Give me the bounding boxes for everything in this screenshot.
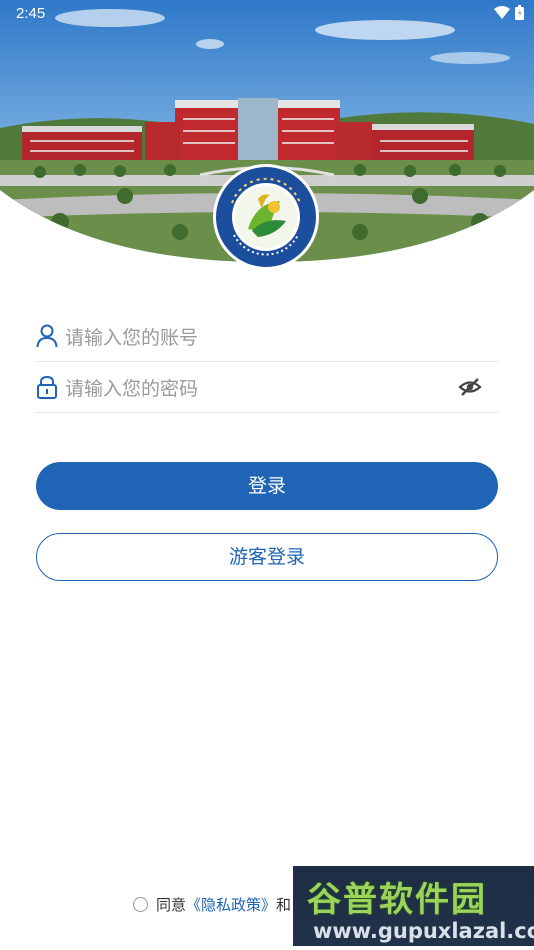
status-time: 2:45 xyxy=(16,5,46,22)
login-button[interactable]: 登录 xyxy=(36,462,498,510)
wifi-icon xyxy=(494,6,510,24)
guest-login-button[interactable]: 游客登录 xyxy=(36,533,498,581)
user-icon xyxy=(36,324,58,348)
lock-icon xyxy=(36,375,58,399)
agree-prefix: 同意 xyxy=(156,896,187,914)
privacy-agreement: 同意《隐私政策》和 xyxy=(133,894,291,915)
account-field[interactable]: 请输入您的账号 xyxy=(36,311,498,362)
eye-off-icon[interactable] xyxy=(458,375,482,399)
watermark-banner: 谷普软件园 www.gupuxlazal.com xyxy=(293,866,534,946)
account-input[interactable]: 请输入您的账号 xyxy=(65,323,198,350)
password-field[interactable]: 请输入您的密码 xyxy=(36,362,498,413)
status-bar: 2:45 xyxy=(0,0,534,28)
school-logo xyxy=(212,163,320,271)
agree-suffix: 和 xyxy=(276,896,292,914)
agree-radio[interactable] xyxy=(133,897,148,912)
battery-icon xyxy=(515,5,524,24)
password-input[interactable]: 请输入您的密码 xyxy=(65,374,198,401)
watermark-title: 谷普软件园 xyxy=(307,880,487,920)
watermark-url: www.gupuxlazal.com xyxy=(313,919,534,943)
privacy-policy-link[interactable]: 《隐私政策》 xyxy=(186,896,276,914)
